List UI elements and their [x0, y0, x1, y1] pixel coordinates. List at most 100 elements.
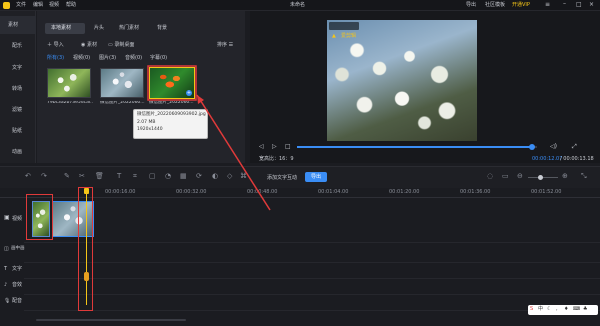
export-button[interactable]: 导出: [305, 172, 327, 182]
maximize-icon[interactable]: □: [576, 2, 582, 8]
sidebar-item-filter[interactable]: 滤镜: [12, 108, 22, 113]
bottom-scrollbar[interactable]: [36, 319, 186, 321]
track-header-pip: ◫ 画中画: [4, 246, 25, 252]
record-desktop-button[interactable]: ▭ 录制桌面: [108, 43, 134, 48]
prev-frame-icon[interactable]: ◁: [259, 144, 264, 150]
fullscreen-icon[interactable]: ⤢: [572, 144, 577, 150]
close-icon[interactable]: ×: [589, 2, 594, 8]
sidebar-item-transition[interactable]: 转场: [12, 87, 22, 92]
redo-icon[interactable]: ↷: [41, 173, 47, 180]
timeline-tracks: ▣ 视频 ◫ 画中画 T 文字 ♪ 音效 🎙 配音 S 中 ☾ , ♦ ⌨ ♣: [0, 187, 600, 326]
menu-help[interactable]: 帮助: [66, 3, 76, 8]
ime-punct-icon: ,: [556, 306, 558, 312]
app-logo: [3, 2, 10, 9]
tooltip-filename: 微信图片_20220609093902.jpg: [137, 112, 206, 117]
top-link-vip[interactable]: 开通VIP: [512, 3, 530, 8]
track-divider: [24, 278, 600, 279]
menu-icon[interactable]: ≡: [545, 2, 550, 8]
fit-timeline-icon[interactable]: ⤡: [581, 173, 587, 180]
material-button[interactable]: ◉ 素材: [81, 43, 97, 48]
media-thumb-label: 微信图片_2022060...: [100, 101, 145, 105]
stop-icon[interactable]: □: [285, 144, 291, 150]
track-header-video: ▣ 视频: [4, 214, 23, 222]
ime-moon-icon: ☾: [547, 306, 552, 312]
text-icon[interactable]: T: [117, 173, 121, 180]
tab-background[interactable]: 背景: [157, 26, 167, 31]
fit-icon[interactable]: ▢: [149, 173, 156, 180]
color-icon[interactable]: ◐: [212, 173, 218, 180]
snapshot-icon[interactable]: ▭: [502, 173, 509, 180]
playback-handle[interactable]: [529, 144, 535, 150]
aspect-ratio-select[interactable]: 宽高比：16：9: [259, 157, 294, 162]
tab-intro[interactable]: 片头: [94, 26, 104, 31]
ime-mic-icon: ♦: [564, 306, 569, 312]
window-title: 未命名: [290, 2, 306, 8]
edit-icon[interactable]: ✎: [64, 173, 70, 180]
zoom-in-icon[interactable]: ⊕: [562, 173, 568, 180]
filter-audio[interactable]: 音频(0): [125, 56, 142, 61]
track-header-voiceover: 🎙 配音: [4, 298, 23, 304]
tab-local-material[interactable]: 本地素材: [45, 23, 85, 34]
keyframe-icon[interactable]: ◇: [227, 173, 232, 180]
ruler-tick: 00:00:32.00: [176, 189, 207, 195]
highlight-box-clip: [26, 194, 53, 240]
time-current: 00:00:12.07: [532, 156, 563, 162]
tooltip-dimensions: 1920x1440: [137, 127, 163, 132]
shield-icon[interactable]: ◌: [487, 173, 493, 180]
mosaic-icon[interactable]: ▦: [180, 173, 187, 180]
filter-all[interactable]: 所有(3): [47, 56, 64, 61]
add-text-interaction-button[interactable]: 添加文字互动: [267, 176, 297, 181]
highlight-box-playhead: [78, 187, 93, 311]
record-icon: ◉: [81, 42, 86, 48]
menu-video[interactable]: 视频: [49, 3, 59, 8]
preview-canvas: ▲ 爱剪辑: [327, 20, 477, 141]
media-thumb-label: 微信图片_2022060...: [149, 101, 194, 105]
ime-toolbar: S 中 ☾ , ♦ ⌨ ♣: [528, 305, 598, 315]
sort-button[interactable]: 排序 ☰: [217, 43, 233, 48]
undo-icon[interactable]: ↶: [25, 173, 31, 180]
minimize-icon[interactable]: –: [563, 1, 566, 7]
ime-chinese-icon: 中: [538, 306, 544, 312]
sidebar-item-sticker[interactable]: 贴纸: [12, 129, 22, 134]
sidebar-item-text[interactable]: 文字: [12, 66, 22, 71]
track-divider: [24, 310, 600, 311]
speed-icon[interactable]: ◔: [165, 173, 171, 180]
import-button[interactable]: ＋ 导入: [47, 43, 64, 48]
media-thumb-1[interactable]: [47, 68, 91, 98]
top-link-export[interactable]: 导出: [466, 3, 476, 8]
playback-progress: [297, 146, 532, 148]
filter-subtitle[interactable]: 字幕(0): [150, 56, 167, 61]
rotate-icon[interactable]: ⟳: [196, 173, 202, 180]
media-thumb-label: 79bc3a2b73e5dcaf...: [47, 101, 93, 105]
crop-icon[interactable]: ⌗: [133, 173, 137, 180]
menu-edit[interactable]: 编辑: [33, 3, 43, 8]
zoom-handle[interactable]: [538, 175, 543, 180]
zoom-slider[interactable]: [528, 175, 558, 180]
media-thumb-2[interactable]: [100, 68, 144, 98]
volume-icon[interactable]: ◁): [550, 144, 557, 150]
media-panel: 本地素材 片头 热门素材 背景 ＋ 导入 ◉ 素材 ▭ 录制桌面 排序 ☰ 所有…: [37, 11, 245, 163]
music-note-icon: ♪: [4, 282, 8, 288]
ruler-tick: 00:01:20.00: [389, 189, 420, 195]
brush-icon[interactable]: ⌘: [240, 173, 247, 180]
media-thumb-3[interactable]: +: [149, 67, 195, 99]
edit-toolbar: ↶ ↷ ✎ ✂ 🗑 T ⌗ ▢ ◔ ▦ ⟳ ◐ ◇ ⌘ 添加文字互动 导出 ◌ …: [0, 166, 600, 188]
tab-hot-material[interactable]: 热门素材: [119, 26, 139, 31]
filter-image[interactable]: 图片(3): [99, 56, 116, 61]
zoom-out-icon[interactable]: ⊖: [517, 173, 523, 180]
add-to-timeline-icon[interactable]: +: [186, 90, 192, 96]
video-track-icon: ▣: [4, 214, 10, 221]
menu-file[interactable]: 文件: [16, 3, 26, 8]
top-link-community[interactable]: 社区模板: [485, 3, 505, 8]
ruler-tick: 00:00:48.00: [247, 189, 278, 195]
preview-panel: ▲ 爱剪辑 ◁ ▷ □ ◁) ⤢ 宽高比：16：9 00:00:12.07 / …: [250, 11, 600, 163]
track-header-sfx: ♪ 音效: [4, 282, 23, 288]
play-icon[interactable]: ▷: [272, 144, 277, 150]
split-icon[interactable]: ✂: [79, 173, 85, 180]
sidebar-item-animation[interactable]: 动画: [12, 150, 22, 155]
sidebar-item-material[interactable]: 素材: [0, 16, 36, 34]
sidebar-item-music[interactable]: 配乐: [12, 44, 22, 49]
filter-video[interactable]: 视频(0): [73, 56, 90, 61]
delete-icon[interactable]: 🗑: [95, 173, 104, 180]
playback-slider[interactable]: [297, 144, 537, 150]
